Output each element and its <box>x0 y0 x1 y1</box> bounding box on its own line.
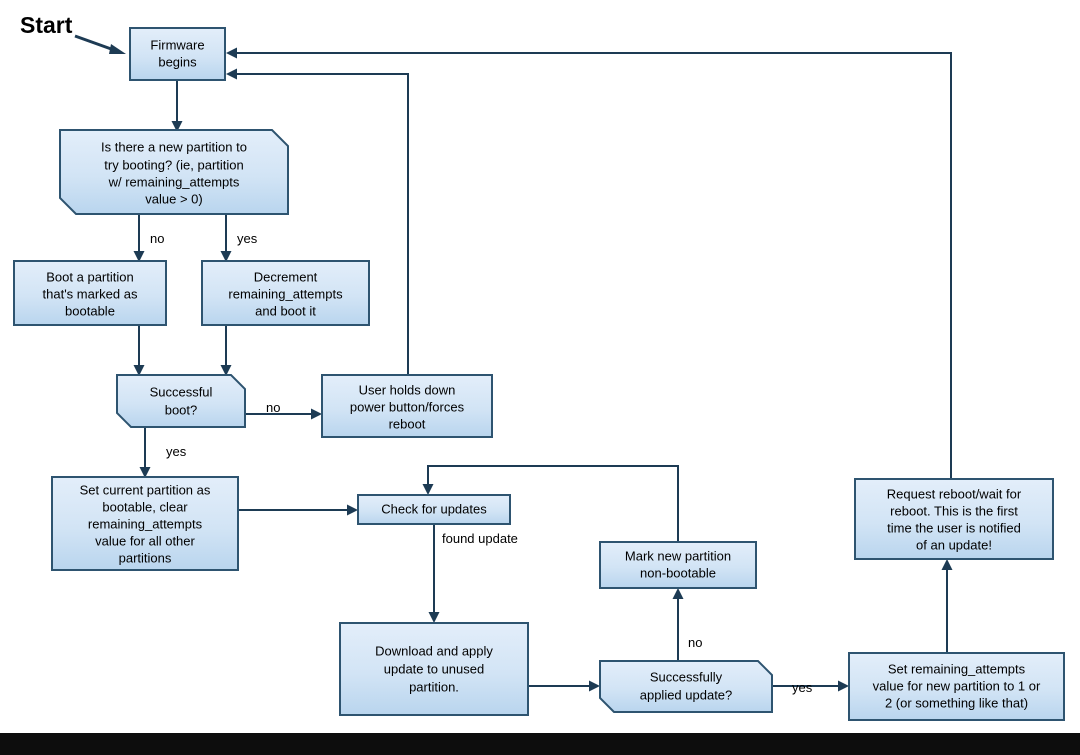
edge-set-current-to-check <box>238 504 358 516</box>
node-set-current-partition-bootable[interactable]: Set current partition as bootable, clear… <box>51 476 239 571</box>
node-label: Successfully <box>650 669 723 684</box>
edge-label-yes-applied-update: yes <box>792 680 813 695</box>
edge-label-no-new-partition: no <box>150 231 164 246</box>
node-successfully-applied-update[interactable]: Successfully applied update? <box>599 660 773 713</box>
node-boot-a-partition[interactable]: Boot a partition that's marked as bootab… <box>13 260 167 326</box>
node-set-remaining-attempts-value[interactable]: Set remaining_attempts value for new par… <box>848 652 1065 721</box>
edge-download-to-successfully <box>528 680 600 692</box>
node-label: boot? <box>165 402 198 417</box>
edge-label-no-successful-boot: no <box>266 400 280 415</box>
node-label: and boot it <box>255 303 316 318</box>
node-label: begins <box>158 54 197 69</box>
edge-label-yes-new-partition: yes <box>237 231 258 246</box>
edge-check-found-to-download <box>428 524 440 623</box>
node-label: User holds down <box>359 382 456 397</box>
node-label: value for new partition to 1 or <box>873 678 1041 693</box>
node-label: 2 (or something like that) <box>885 695 1028 710</box>
node-label: bootable <box>65 303 115 318</box>
start-arrow <box>74 34 126 54</box>
node-label: try booting? (ie, partition <box>104 157 243 172</box>
edge-set-remaining-to-request-reboot <box>941 559 953 653</box>
node-label: w/ remaining_attempts <box>108 174 240 189</box>
edge-label-no-applied-update: no <box>688 635 702 650</box>
bottom-black-bar <box>0 733 1080 755</box>
node-label: Mark new partition <box>625 548 731 563</box>
node-firmware-begins[interactable]: Firmware begins <box>129 27 226 81</box>
edge-user-holds-to-firmware <box>226 68 409 375</box>
node-label: remaining_attempts <box>88 516 203 531</box>
edge-decrement-to-successful <box>220 325 232 376</box>
node-download-and-apply-update[interactable]: Download and apply update to unused part… <box>339 622 529 716</box>
node-request-reboot-wait[interactable]: Request reboot/wait for reboot. This is … <box>854 478 1054 560</box>
node-label: update to unused <box>384 661 484 676</box>
node-label: Firmware <box>150 37 204 52</box>
node-is-there-new-partition[interactable]: Is there a new partition to try booting?… <box>59 129 289 215</box>
edge-label-found-update: found update <box>442 531 518 546</box>
node-check-for-updates[interactable]: Check for updates <box>357 494 511 525</box>
node-label: Is there a new partition to <box>101 139 247 154</box>
nodes-layer: Firmware begins Is there a new partition… <box>13 27 1065 721</box>
node-label: partition. <box>409 679 459 694</box>
node-label: time the user is notified <box>887 520 1021 535</box>
start-label: Start <box>20 12 73 38</box>
node-successful-boot[interactable]: Successful boot? <box>116 374 246 428</box>
edge-firmware-to-decision <box>171 80 183 132</box>
edge-decision-yes-to-decrement <box>220 214 232 262</box>
flowchart-svg: Firmware begins Is there a new partition… <box>13 12 1065 721</box>
flowchart-canvas: Firmware begins Is there a new partition… <box>0 0 1080 755</box>
node-label: Decrement <box>254 269 318 284</box>
node-label: reboot. This is the first <box>890 503 1018 518</box>
node-decrement-remaining-attempts[interactable]: Decrement remaining_attempts and boot it <box>201 260 370 326</box>
node-label: partitions <box>119 550 172 565</box>
node-label: value for all other <box>95 533 195 548</box>
node-label: Request reboot/wait for <box>887 486 1022 501</box>
node-user-holds-power-button[interactable]: User holds down power button/forces rebo… <box>321 374 493 438</box>
node-label: bootable, clear <box>102 499 188 514</box>
edge-decision-no-to-boot <box>133 214 145 262</box>
node-label: Check for updates <box>381 501 487 516</box>
node-label: value > 0) <box>145 191 202 206</box>
edge-boot-to-successful <box>133 325 145 376</box>
node-label: of an update! <box>916 537 992 552</box>
node-label: Boot a partition <box>46 269 133 284</box>
edge-successful-yes-to-set-current <box>139 427 151 478</box>
node-label: power button/forces <box>350 399 465 414</box>
node-label: Download and apply <box>375 643 493 658</box>
edge-successful-no-to-user-holds <box>245 408 322 420</box>
node-label: non-bootable <box>640 565 716 580</box>
edge-label-yes-successful-boot: yes <box>166 444 187 459</box>
node-label: Set remaining_attempts <box>888 661 1026 676</box>
node-label: Successful <box>150 384 213 399</box>
node-mark-new-partition-non-bootable[interactable]: Mark new partition non-bootable <box>599 541 757 589</box>
node-label: Set current partition as <box>80 482 211 497</box>
node-label: applied update? <box>640 687 733 702</box>
node-label: remaining_attempts <box>228 286 343 301</box>
node-label: that's marked as <box>43 286 138 301</box>
node-label: reboot <box>389 416 426 431</box>
edge-successfully-no-to-mark <box>672 588 684 661</box>
